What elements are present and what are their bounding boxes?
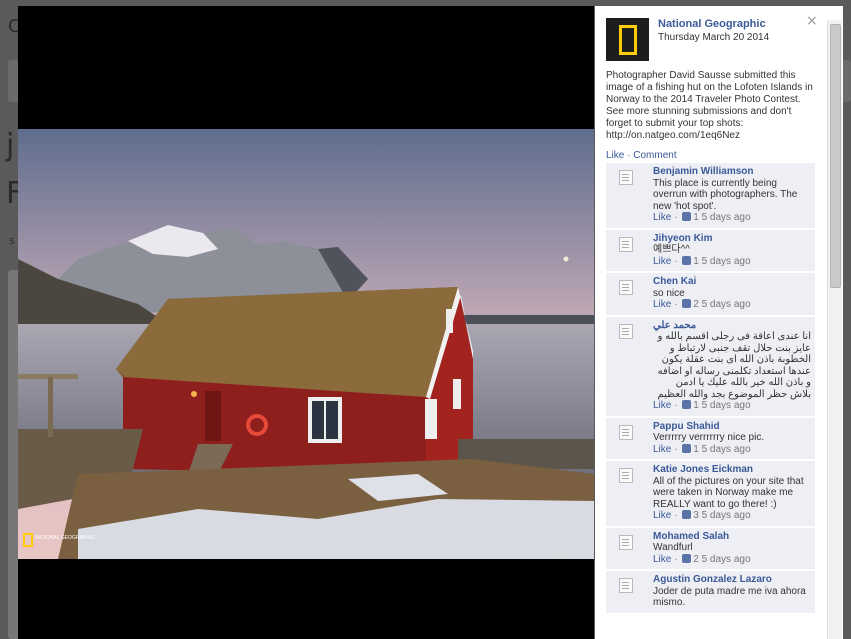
comment-author[interactable]: Mohamed Salah — [653, 531, 811, 543]
comment-author[interactable]: Agustin Gonzalez Lazaro — [653, 574, 811, 586]
photo-copyright-text: © COPYRIGHT DAVID SAUSSE. ALL RIGHTS RES… — [488, 551, 569, 555]
comment-item: Jihyeon Kim 예쁘다^^ Like · 1 5 days ago — [606, 229, 815, 271]
comment-author[interactable]: Katie Jones Eickman — [653, 464, 811, 476]
comment-meta: Like · 2 5 days ago — [653, 553, 751, 565]
comment-author[interactable]: Benjamin Williamson — [653, 166, 811, 178]
comment-meta: Like · 1 5 days ago — [653, 443, 751, 455]
comment-meta: Like · 1 5 days ago — [653, 400, 751, 411]
background-heading-fragment: j — [6, 128, 15, 163]
thumbs-up-icon — [682, 553, 692, 563]
comment-like-link[interactable]: Like — [653, 256, 671, 267]
comment-like-count: 2 — [693, 299, 699, 310]
comment-author[interactable]: Pappu Shahid — [653, 421, 811, 433]
thumbs-up-icon — [682, 212, 692, 221]
comment-item: Katie Jones Eickman All of the pictures … — [606, 461, 815, 526]
comment-like-link[interactable]: Like — [653, 299, 671, 310]
comment-meta: Like · 1 5 days ago — [653, 255, 751, 267]
thumbs-up-icon — [682, 510, 692, 519]
photo-logo-text: NATIONAL GEOGRAPHIC — [35, 535, 95, 541]
comment-like-link[interactable]: Like — [653, 554, 671, 565]
avatar-placeholder-icon[interactable] — [619, 280, 633, 295]
comment-text: This place is currently being overrun wi… — [653, 177, 798, 212]
comment-author[interactable]: Jihyeon Kim — [653, 233, 811, 245]
comment-like-count: 2 — [693, 553, 699, 565]
comment-meta: Like · 3 5 days ago — [653, 510, 751, 521]
comment-text: Verrrrry verrrrrry nice pic. — [653, 432, 765, 443]
comment-time[interactable]: 5 days ago — [702, 212, 751, 223]
photo-credit-text: PHOTOGRAPH BY DAVID SAUSSE / NATIONAL GE… — [450, 546, 588, 550]
comment-like-count: 1 — [693, 255, 699, 267]
avatar-placeholder-icon[interactable] — [619, 323, 633, 339]
comment-text: so nice — [653, 287, 685, 299]
post-caption: Photographer David Sausse submitted this… — [606, 70, 813, 141]
comment-meta: Like · 1 5 days ago — [653, 212, 751, 223]
comment-item: Pappu Shahid Verrrrry verrrrrry nice pic… — [606, 417, 815, 459]
post-actions: Like · Comment — [606, 150, 677, 161]
post-like-link[interactable]: Like — [606, 150, 624, 161]
comment-text: All of the pictures on your site that we… — [653, 475, 804, 510]
page-name-link[interactable]: National Geographic — [658, 18, 766, 30]
comment-like-link[interactable]: Like — [653, 212, 671, 223]
comment-item: Mohamed Salah Wandfurl Like · 2 5 days a… — [606, 527, 815, 569]
comment-text: Wandfurl — [653, 542, 693, 553]
natgeo-logo-icon[interactable] — [606, 18, 649, 61]
comment-like-count: 1 — [693, 212, 699, 223]
post-sidebar: National Geographic Thursday March 20 20… — [595, 6, 843, 639]
avatar-placeholder-icon[interactable] — [619, 534, 633, 550]
comment-like-link[interactable]: Like — [653, 444, 671, 455]
separator-dot: · — [627, 150, 631, 161]
comment-time[interactable]: 5 days ago — [702, 444, 751, 455]
background-meta-fragment: s — [9, 234, 15, 247]
avatar-placeholder-icon[interactable] — [619, 468, 633, 483]
comment-like-link[interactable]: Like — [653, 510, 671, 521]
comment-time[interactable]: 5 days ago — [702, 299, 751, 310]
comment-like-count: 1 — [693, 443, 699, 455]
avatar-placeholder-icon[interactable] — [619, 424, 633, 440]
photo-stage[interactable]: NATIONAL GEOGRAPHIC PHOTOGRAPH BY DAVID … — [18, 6, 594, 639]
post-date: Thursday March 20 2014 — [658, 32, 770, 43]
comment-author[interactable]: Chen Kai — [653, 276, 811, 288]
comment-time[interactable]: 5 days ago — [702, 510, 751, 521]
comment-item: محمد علي انا عندى اعاقة فى رجلى اقسم بال… — [606, 316, 815, 416]
close-icon[interactable]: × — [806, 14, 820, 28]
sidebar-scrollbar[interactable] — [827, 20, 842, 639]
comment-time[interactable]: 5 days ago — [702, 400, 751, 411]
comment-like-count: 3 — [693, 510, 699, 521]
comment-like-count: 1 — [693, 400, 699, 411]
post-comment-link[interactable]: Comment — [633, 150, 676, 161]
thumbs-up-icon — [682, 400, 692, 409]
avatar-placeholder-icon[interactable] — [619, 578, 633, 593]
scrollbar-thumb[interactable] — [830, 24, 841, 288]
thumbs-up-icon — [682, 255, 692, 265]
lofoten-fishing-hut-photo[interactable]: NATIONAL GEOGRAPHIC PHOTOGRAPH BY DAVID … — [18, 129, 594, 559]
comment-item: Agustin Gonzalez Lazaro Joder de puta ma… — [606, 571, 815, 613]
thumbs-up-icon — [682, 443, 692, 453]
comment-meta: Like · 2 5 days ago — [653, 299, 751, 310]
comment-like-link[interactable]: Like — [653, 400, 671, 411]
comment-text: انا عندى اعاقة فى رجلى اقسم بالله و عايز… — [657, 331, 812, 400]
comment-text: 예쁘다^^ — [653, 244, 690, 255]
avatar-placeholder-icon[interactable] — [619, 170, 633, 185]
comment-item: Benjamin Williamson This place is curren… — [606, 163, 815, 228]
comment-time[interactable]: 5 days ago — [702, 256, 751, 267]
comment-author[interactable]: محمد علي — [653, 320, 811, 332]
comment-list: Benjamin Williamson This place is curren… — [606, 163, 815, 615]
avatar-placeholder-icon[interactable] — [619, 236, 633, 252]
comment-time[interactable]: 5 days ago — [702, 554, 751, 565]
thumbs-up-icon — [682, 299, 692, 308]
comment-item: Chen Kai so nice Like · 2 5 days ago — [606, 273, 815, 315]
comment-text: Joder de puta madre me iva ahora mismo. — [653, 585, 806, 609]
